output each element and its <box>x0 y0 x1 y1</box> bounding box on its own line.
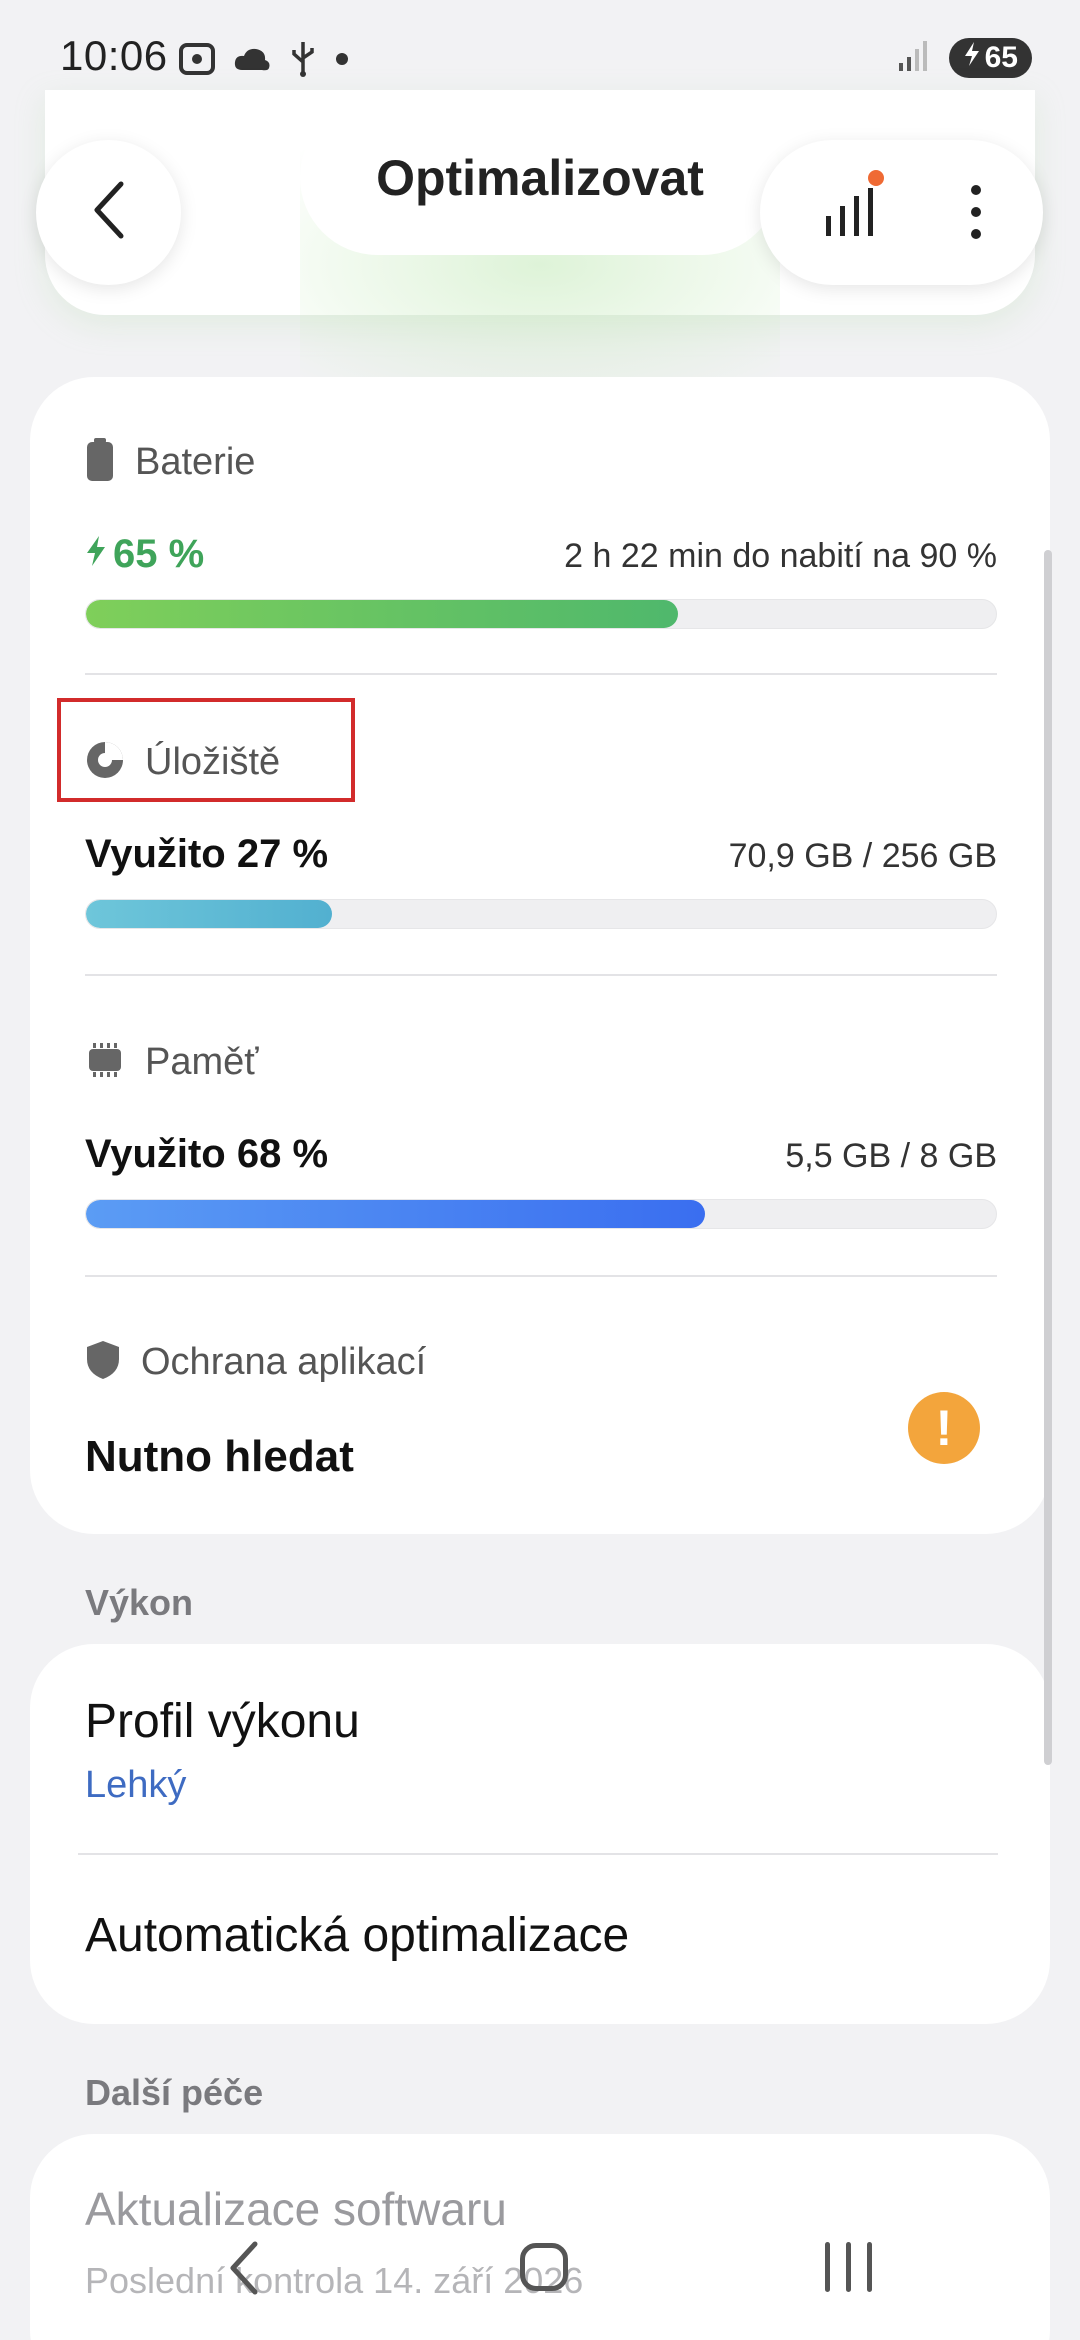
memory-section[interactable]: Paměť Využito 68 % 5,5 GB / 8 GB <box>85 1032 997 1229</box>
performance-card: Profil výkonu Lehký Automatická optimali… <box>30 1644 1050 2024</box>
navigation-bar <box>0 2200 1080 2340</box>
more-options-icon[interactable] <box>970 182 982 242</box>
memory-chip-icon <box>85 1040 125 1085</box>
nav-recents-icon[interactable] <box>825 2242 872 2292</box>
storage-detail: 70,9 GB / 256 GB <box>728 837 997 875</box>
battery-indicator: 65 <box>948 38 1032 78</box>
warning-badge: ! <box>908 1392 980 1464</box>
usb-icon <box>288 40 318 83</box>
auto-optimization-item[interactable]: Automatická optimalizace <box>30 1856 1050 2024</box>
memory-progress-fill <box>86 1200 705 1228</box>
app-protection-label: Ochrana aplikací <box>141 1340 427 1383</box>
app-protection-status: Nutno hledat <box>85 1432 354 1481</box>
memory-detail: 5,5 GB / 8 GB <box>785 1137 997 1175</box>
divider <box>85 673 997 675</box>
highlight-box <box>57 698 355 802</box>
page-title: Optimalizovat <box>376 149 704 206</box>
storage-value: Využito 27 % <box>85 832 329 876</box>
auto-optimization-label: Automatická optimalizace <box>85 1909 630 1962</box>
cloud-icon <box>232 44 272 79</box>
header-actions <box>760 140 1043 285</box>
battery-label: Baterie <box>135 440 256 483</box>
divider <box>85 1275 997 1277</box>
signal-icon <box>897 39 931 78</box>
battery-level: 65 <box>984 41 1018 74</box>
shield-icon <box>85 1339 121 1386</box>
scrollbar[interactable] <box>1044 550 1052 1765</box>
battery-percentage: 65 % <box>85 532 204 577</box>
memory-progress-bar <box>85 1199 997 1229</box>
app-protection-section[interactable]: Ochrana aplikací Nutno hledat <box>85 1332 997 1492</box>
dot-icon <box>334 51 350 72</box>
battery-value: 65 % <box>113 532 205 576</box>
status-time: 10:06 <box>60 32 168 79</box>
performance-profile-title: Profil výkonu <box>85 1695 360 1748</box>
storage-progress-bar <box>85 899 997 929</box>
screenshot-icon <box>178 42 216 81</box>
care-group-label: Další péče <box>85 2072 264 2113</box>
battery-progress-bar <box>85 599 997 629</box>
battery-detail: 2 h 22 min do nabití na 90 % <box>564 537 997 575</box>
nav-home-icon[interactable] <box>520 2243 568 2291</box>
storage-progress-fill <box>86 900 332 928</box>
battery-progress-fill <box>86 600 678 628</box>
status-right: 65 <box>897 38 1032 78</box>
stats-icon[interactable] <box>820 170 890 250</box>
charging-icon <box>963 41 981 75</box>
divider <box>85 974 997 976</box>
memory-label: Paměť <box>145 1040 259 1083</box>
page-title-container: Optimalizovat <box>300 100 780 255</box>
divider <box>78 1853 998 1855</box>
device-status-card: Baterie 65 % 2 h 22 min do nabití na 90 … <box>30 377 1050 1534</box>
performance-profile-value: Lehký <box>85 1764 187 1806</box>
charging-bolt-icon <box>85 532 107 577</box>
chevron-left-icon <box>89 180 129 245</box>
battery-section[interactable]: Baterie 65 % 2 h 22 min do nabití na 90 … <box>85 432 997 629</box>
nav-back-icon[interactable] <box>225 2240 265 2301</box>
performance-group-label: Výkon <box>85 1582 194 1623</box>
back-button[interactable] <box>36 140 181 285</box>
performance-profile-item[interactable]: Profil výkonu Lehký <box>30 1644 1050 1854</box>
battery-icon <box>85 437 115 487</box>
status-icons <box>178 40 350 83</box>
memory-value: Využito 68 % <box>85 1132 329 1176</box>
